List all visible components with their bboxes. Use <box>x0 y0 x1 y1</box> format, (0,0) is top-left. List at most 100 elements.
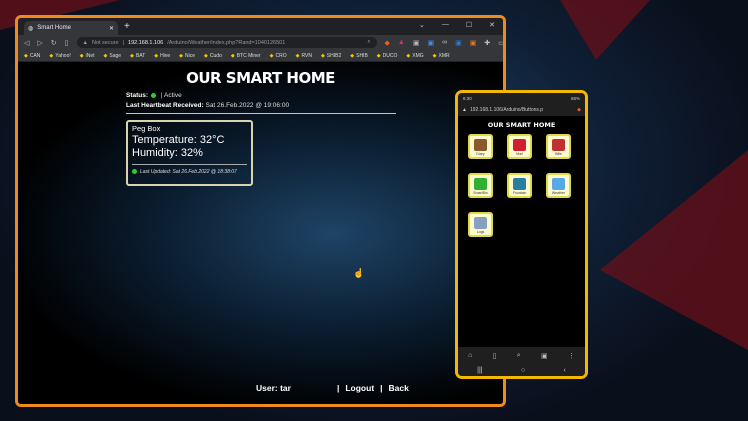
warning-icon: ▲ <box>462 106 467 113</box>
humidity: Humidity: 32% <box>132 147 203 159</box>
maximize-button[interactable]: ☐ <box>466 21 472 29</box>
status-value: Active <box>163 92 182 99</box>
bookmark[interactable]: ◆ Yahoo! <box>49 53 70 59</box>
metamask-icon[interactable]: ▣ <box>470 39 477 47</box>
bookmark[interactable]: ◆ BAT <box>130 53 145 59</box>
heartbeat-line: Last Heartbeat Received: Sat 26.Feb.2022… <box>126 102 289 109</box>
status-line: Status: | Active <box>126 92 182 99</box>
brave-shield-icon[interactable]: ◆ <box>577 107 581 113</box>
phone-button-weather[interactable]: Weather <box>546 173 571 198</box>
zoom-icon[interactable]: ⌕ <box>367 39 370 46</box>
url-path: /Arduino/Weather/index.php?Rand=10401265… <box>167 39 286 46</box>
bookmark[interactable]: ◆ Cudo <box>204 53 222 59</box>
bookmark[interactable]: ◆ BTC Miner <box>231 53 261 59</box>
back-icon[interactable]: ‹ <box>563 367 565 374</box>
phone-status-bar: 6:30 68% <box>458 93 585 103</box>
close-tab-icon[interactable]: ✕ <box>109 25 114 32</box>
phone-button-diary[interactable]: Diary <box>468 134 493 159</box>
divider <box>132 164 247 165</box>
bookmark-icon[interactable]: ▯ <box>65 39 69 47</box>
footer: User: tar | Logout | Back <box>256 383 409 393</box>
new-tab-button[interactable]: + <box>124 21 130 32</box>
search-icon[interactable]: ⌕ <box>517 352 521 360</box>
bookmarks-bar: ◆ CAN ◆ Yahoo! ◆ iNet ◆ Sage ◆ BAT ◆ Hive ◆ Nic… <box>18 50 503 62</box>
phone-button-smartbin[interactable]: SmartBin <box>468 173 493 198</box>
tab-search-icon[interactable]: ⌄ <box>419 21 425 29</box>
sidebar-icon[interactable]: ▭ <box>498 39 503 47</box>
status-dot-icon <box>132 169 137 175</box>
button-label: Diary <box>476 152 485 156</box>
more-icon[interactable]: ⋮ <box>568 352 575 360</box>
phone-url: 192.168.1.106/Arduino/Buttons.p <box>469 106 544 113</box>
bookmark[interactable]: ◆ Sage <box>104 53 122 59</box>
fountain-icon <box>513 178 526 190</box>
bookmark[interactable]: ◆ CRO <box>270 53 287 59</box>
button-label: Bills <box>555 152 562 156</box>
sensor-name: Peg Box <box>132 124 161 133</box>
bookmark[interactable]: ◆ XMR <box>433 53 450 59</box>
toolbar: ◁ ▷ ↻ ▯ ▲ Not secure | 192.168.1.106/Arduino/W… <box>18 35 503 50</box>
bookmark[interactable]: ◆ XMG <box>406 53 423 59</box>
tab-title: Smart Home <box>37 25 71 31</box>
phone-button-logs[interactable]: Logs <box>468 212 493 237</box>
phone-time: 6:30 <box>463 96 472 101</box>
rewards-icon[interactable]: ▲ <box>398 39 405 47</box>
not-secure-label: Not secure <box>91 39 119 46</box>
extension-icon[interactable]: ▣ <box>455 39 462 47</box>
back-icon[interactable]: ◁ <box>24 39 29 47</box>
sensor-card: Peg Box Temperature: 32°C Humidity: 32% … <box>126 120 253 186</box>
url-host: 192.168.1.106 <box>128 39 164 46</box>
translate-icon[interactable]: ▣ <box>427 39 434 47</box>
tab-bar: ◍ Smart Home ✕ + ⌄ — ☐ ✕ <box>18 18 503 35</box>
logout-link[interactable]: Logout <box>345 383 374 393</box>
home-button-icon[interactable]: ○ <box>521 367 525 374</box>
reload-icon[interactable]: ↻ <box>51 39 57 47</box>
warning-icon: ▲ <box>82 39 88 46</box>
heartbeat-value: Sat 26.Feb.2022 @ 19:06:00 <box>205 102 290 109</box>
bookmark[interactable]: ◆ RVN <box>296 53 312 59</box>
page-title: OUR SMART HOME <box>186 69 335 87</box>
bookmark[interactable]: ◆ Nice <box>179 53 195 59</box>
button-label: Mail <box>516 152 523 156</box>
bookmark[interactable]: ◆ CAN <box>24 53 40 59</box>
puzzle-icon[interactable]: ✚ <box>484 39 490 47</box>
minimize-button[interactable]: — <box>442 21 449 29</box>
close-window-button[interactable]: ✕ <box>489 21 495 29</box>
phone-page-title: OUR SMART HOME <box>487 121 556 129</box>
address-bar[interactable]: ▲ Not secure | 192.168.1.106/Arduino/Weathe… <box>76 37 377 48</box>
cursor-icon: ☝ <box>353 268 365 278</box>
smartbin-icon <box>474 178 487 190</box>
bookmark[interactable]: ◆ SHIB <box>350 53 368 59</box>
phone-system-nav: ||| ○ ‹ <box>458 364 585 376</box>
phone-address-bar[interactable]: ▲ 192.168.1.106/Arduino/Buttons.p ◆ <box>458 103 585 116</box>
tab-smart-home[interactable]: ◍ Smart Home ✕ <box>24 21 118 35</box>
globe-icon: ◍ <box>28 25 34 32</box>
status-label: Status: <box>126 92 149 99</box>
bills-icon <box>552 139 565 151</box>
phone-screen: 6:30 68% ▲ 192.168.1.106/Arduino/Buttons.p… <box>455 90 588 379</box>
brave-shield-icon[interactable]: ◆ <box>385 39 390 47</box>
extension-icon[interactable]: ∞ <box>442 39 447 47</box>
mail-icon <box>513 139 526 151</box>
bookmark[interactable]: ◆ iNet <box>80 53 95 59</box>
weather-icon <box>552 178 565 190</box>
logs-icon <box>474 217 487 229</box>
phone-button-bills[interactable]: Bills <box>546 134 571 159</box>
back-link[interactable]: Back <box>389 383 409 393</box>
bookmark[interactable]: ◆ SHIB2 <box>321 53 341 59</box>
heartbeat-label: Last Heartbeat Received: <box>126 102 204 109</box>
home-icon[interactable]: ⌂ <box>468 352 472 359</box>
temperature: Temperature: 32°C <box>132 134 225 146</box>
phone-battery: 68% <box>570 96 580 101</box>
last-updated: Last Updated: Sat 26.Feb.2022 @ 18:38:07 <box>140 169 237 175</box>
extension-icon[interactable]: ▣ <box>413 39 420 47</box>
button-label: Fountain <box>512 191 527 195</box>
phone-button-mail[interactable]: Mail <box>507 134 532 159</box>
tabs-icon[interactable]: ▣ <box>541 352 548 360</box>
phone-button-fountain[interactable]: Fountain <box>507 173 532 198</box>
bookmark[interactable]: ◆ Hive <box>154 53 170 59</box>
bookmark[interactable]: ◆ DUCO <box>377 53 398 59</box>
forward-icon[interactable]: ▷ <box>37 39 42 47</box>
bookmark-icon[interactable]: ▯ <box>493 352 497 360</box>
recents-icon[interactable]: ||| <box>477 367 482 374</box>
